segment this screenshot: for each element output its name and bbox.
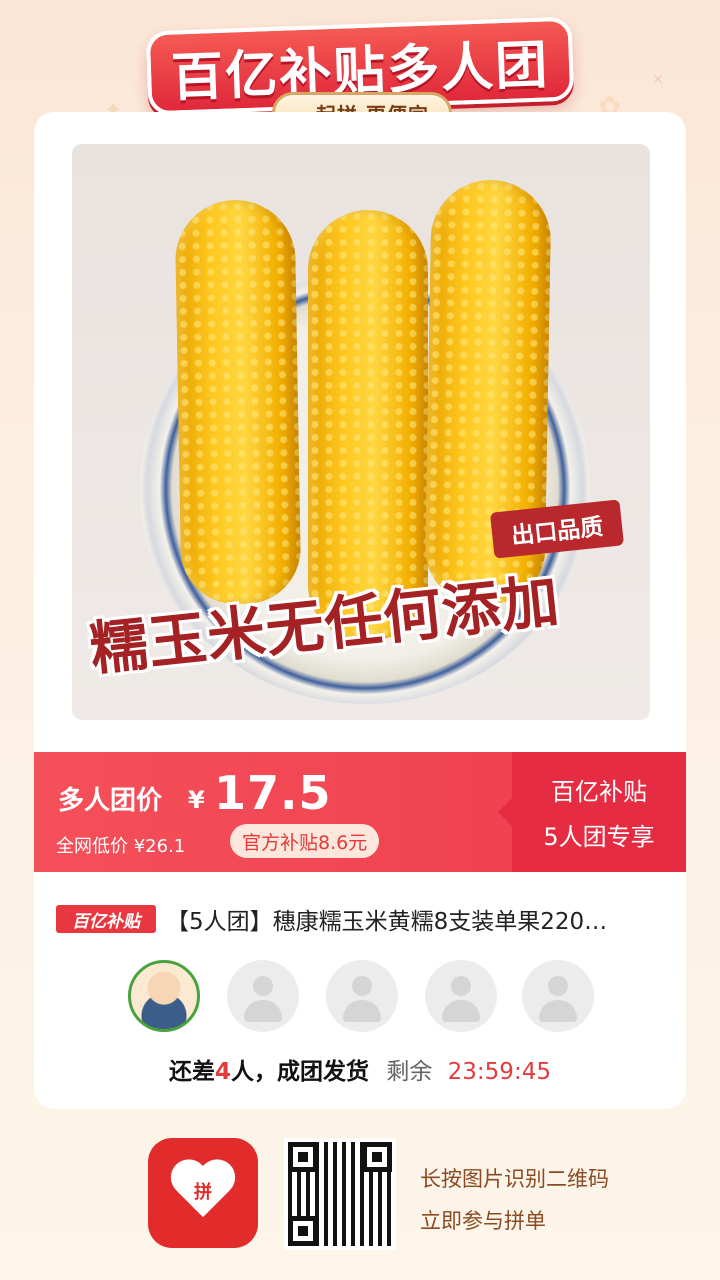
group-status: 还差4人，成团发货 剩余 23:59:45 xyxy=(34,1052,686,1086)
product-title-row[interactable]: 百亿补贴 【5人团】穗康糯玉米黄糯8支装单果220… xyxy=(56,902,666,936)
share-card[interactable]: 出口品质 糯玉米无任何添加 多人团价 ¥ 17.5 全网低价 ¥26.1 官方补… xyxy=(34,112,686,1109)
corn-cob xyxy=(174,198,302,606)
footer-instructions: 长按图片识别二维码 立即参与拼单 xyxy=(420,1158,609,1242)
sparkle-icon: ✕ xyxy=(652,72,664,88)
group-price: 17.5 xyxy=(214,766,332,820)
missing-count: 4 xyxy=(215,1059,232,1085)
pinduoduo-app-icon: 拼 xyxy=(148,1138,258,1248)
currency-symbol: ¥ xyxy=(188,786,205,814)
qr-finder-icon xyxy=(288,1142,318,1172)
status-suffix: 人，成团发货 xyxy=(231,1059,370,1085)
qr-finder-icon xyxy=(362,1142,392,1172)
footer-line2: 立即参与拼单 xyxy=(420,1209,546,1233)
group-members xyxy=(128,960,598,1032)
qr-finder-icon xyxy=(288,1216,318,1246)
subsidy-panel: 百亿补贴 5人团专享 xyxy=(498,752,686,872)
price-bar: 多人团价 ¥ 17.5 全网低价 ¥26.1 官方补贴8.6元 百亿补贴 5人团… xyxy=(34,752,686,872)
lowest-price: 全网低价 ¥26.1 xyxy=(56,836,186,857)
app-icon-label: 拼 xyxy=(194,1182,212,1203)
empty-slot-avatar xyxy=(522,960,594,1032)
avatar xyxy=(128,960,200,1032)
product-image[interactable]: 出口品质 糯玉米无任何添加 xyxy=(72,144,650,720)
empty-slot-avatar xyxy=(227,960,299,1032)
subsidy-badge: 官方补贴8.6元 xyxy=(230,824,380,858)
qr-code-pattern xyxy=(288,1142,392,1246)
remaining-label: 剩余 xyxy=(386,1059,433,1085)
qr-code[interactable] xyxy=(284,1138,396,1250)
countdown-timer: 23:59:45 xyxy=(447,1059,551,1085)
group-price-label: 多人团价 xyxy=(58,786,163,816)
product-title[interactable]: 【5人团】穗康糯玉米黄糯8支装单果220… xyxy=(166,902,607,936)
subsidy-panel-line2: 5人团专享 xyxy=(543,823,655,851)
subsidy-panel-line1: 百亿补贴 xyxy=(551,778,647,806)
status-prefix: 还差 xyxy=(169,1059,216,1085)
brand-tag: 百亿补贴 xyxy=(56,905,156,933)
empty-slot-avatar xyxy=(425,960,497,1032)
footer-line1: 长按图片识别二维码 xyxy=(420,1167,609,1191)
empty-slot-avatar xyxy=(326,960,398,1032)
